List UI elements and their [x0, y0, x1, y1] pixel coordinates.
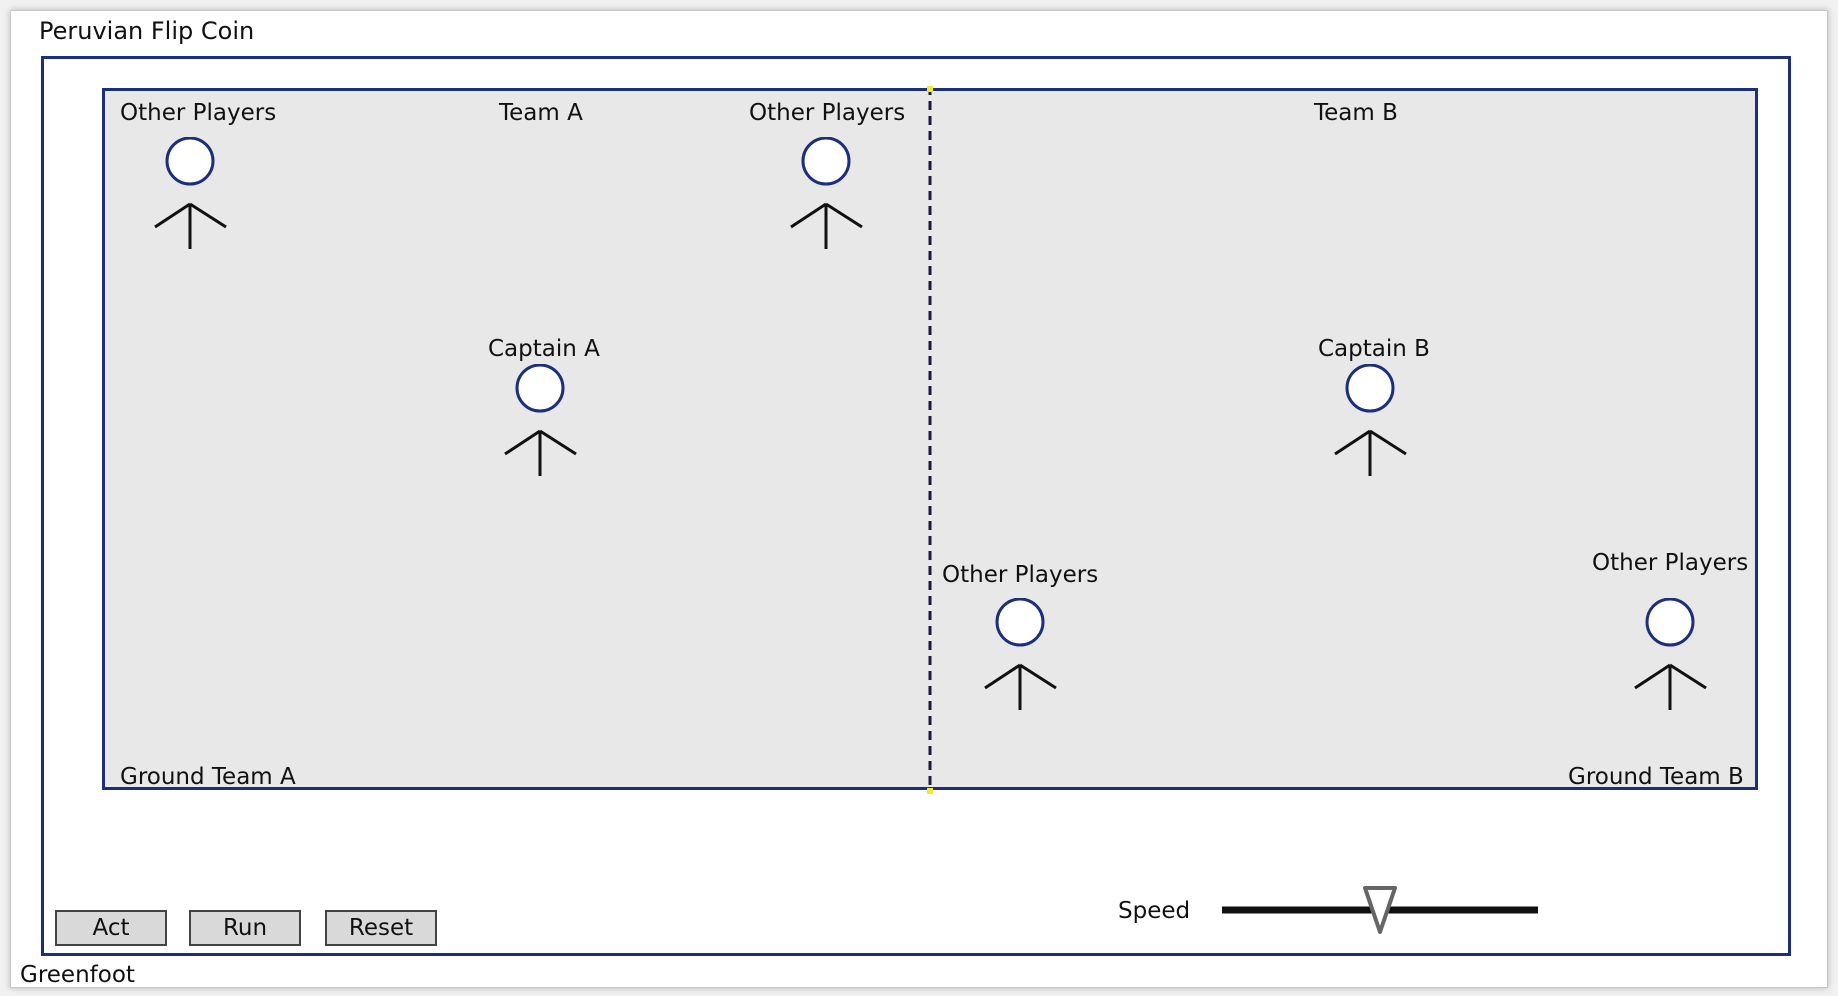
- ground-team-a-label: Ground Team A: [120, 764, 296, 790]
- speed-slider[interactable]: [1220, 884, 1540, 940]
- reset-button[interactable]: Reset: [325, 910, 437, 946]
- team-a-label: Team A: [499, 100, 583, 126]
- other-player-figure[interactable]: [788, 137, 864, 249]
- divider-bottom-handle[interactable]: [927, 788, 933, 794]
- ground-team-b-label: Ground Team B: [1568, 764, 1744, 790]
- divider-top-handle[interactable]: [927, 86, 933, 92]
- other-player-figure[interactable]: [1632, 598, 1708, 710]
- run-button[interactable]: Run: [189, 910, 301, 946]
- window-title: Peruvian Flip Coin: [39, 17, 255, 45]
- captain-a-figure[interactable]: [502, 364, 578, 476]
- greenfoot-footer-label: Greenfoot: [20, 962, 135, 988]
- player-label: Other Players: [120, 100, 277, 126]
- player-label: Other Players: [942, 562, 1099, 588]
- player-label: Other Players: [1592, 550, 1749, 576]
- center-divider-line[interactable]: [927, 86, 933, 794]
- other-player-figure[interactable]: [982, 598, 1058, 710]
- other-player-figure[interactable]: [152, 137, 228, 249]
- captain-b-label: Captain B: [1318, 336, 1430, 362]
- act-button[interactable]: Act: [55, 910, 167, 946]
- team-b-label: Team B: [1314, 100, 1398, 126]
- captain-b-figure[interactable]: [1332, 364, 1408, 476]
- captain-a-label: Captain A: [488, 336, 600, 362]
- player-label: Other Players: [749, 100, 906, 126]
- speed-label: Speed: [1118, 898, 1191, 924]
